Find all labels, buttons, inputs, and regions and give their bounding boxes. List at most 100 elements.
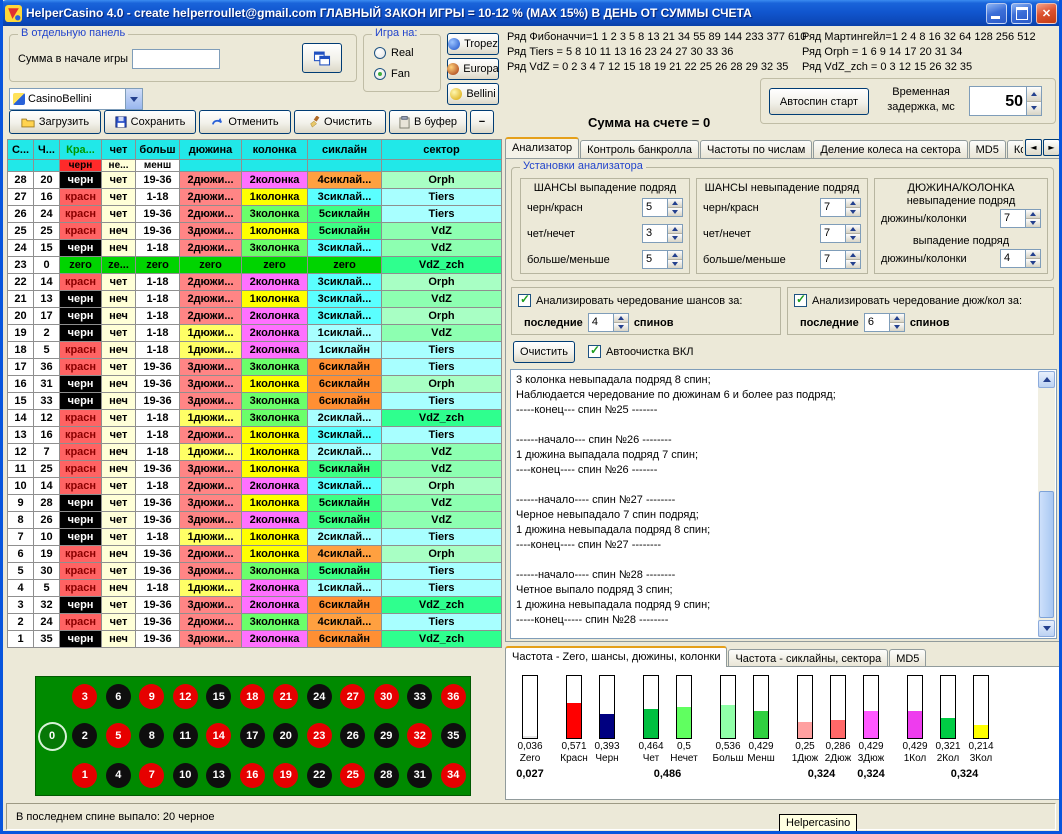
- table-row[interactable]: 530краснчет19-363дюжи...3колонка5сиклайн…: [8, 563, 502, 580]
- scroll-up-button[interactable]: [1038, 371, 1055, 388]
- load-button[interactable]: Загрузить: [9, 110, 101, 134]
- clear-button[interactable]: Очистить: [294, 110, 386, 134]
- undo-button[interactable]: Отменить: [199, 110, 291, 134]
- spin-up-icon[interactable]: [846, 225, 860, 234]
- spin-up-icon[interactable]: [614, 314, 628, 323]
- board-number-21[interactable]: 21: [273, 684, 298, 709]
- table-row[interactable]: 2017черннеч1-182дюжи...2колонка3сиклай..…: [8, 308, 502, 325]
- board-number-9[interactable]: 9: [139, 684, 164, 709]
- spin-down-icon[interactable]: [846, 208, 860, 216]
- column-header-5[interactable]: дюжина: [180, 140, 242, 160]
- board-number-22[interactable]: 22: [307, 763, 332, 788]
- table-row[interactable]: 2624краснчет19-362дюжи...3колонка5сиклай…: [8, 206, 502, 223]
- spin-down-icon[interactable]: [668, 260, 682, 268]
- scroll-thumb[interactable]: [1039, 491, 1054, 619]
- main-tabs-tab-5[interactable]: Ко: [1007, 140, 1023, 158]
- spin-up-icon[interactable]: [1026, 250, 1040, 259]
- table-row[interactable]: 2214краснчет1-182дюжи...2колонка3сиклай.…: [8, 274, 502, 291]
- analyzer-clear-button[interactable]: Очистить: [513, 341, 575, 363]
- spin-down-icon[interactable]: [1026, 259, 1040, 267]
- spinner[interactable]: 5: [642, 198, 683, 217]
- spinner[interactable]: 7: [820, 250, 861, 269]
- spinner[interactable]: 5: [642, 250, 683, 269]
- board-number-27[interactable]: 27: [340, 684, 365, 709]
- board-number-18[interactable]: 18: [240, 684, 265, 709]
- table-row[interactable]: 135черннеч19-363дюжи...2колонка6сиклайнV…: [8, 631, 502, 648]
- maximize-button[interactable]: [1011, 3, 1032, 24]
- table-row[interactable]: 1533черннеч19-363дюжи...3колонка6сиклайн…: [8, 393, 502, 410]
- table-row[interactable]: 1736краснчет19-363дюжи...3колонка6сиклай…: [8, 359, 502, 376]
- start-sum-input[interactable]: [132, 49, 220, 69]
- board-number-6[interactable]: 6: [106, 684, 131, 709]
- table-row[interactable]: 2716краснчет1-182дюжи...1колонка3сиклай.…: [8, 189, 502, 206]
- spin-down-icon[interactable]: [846, 234, 860, 242]
- spin-up-icon[interactable]: [1026, 210, 1040, 219]
- board-zero-cell[interactable]: 0: [36, 677, 68, 795]
- column-header-3[interactable]: чет: [102, 140, 136, 160]
- dozcol-alternation-checkbox[interactable]: [794, 294, 807, 307]
- board-number-15[interactable]: 15: [206, 684, 231, 709]
- casino-button-europa[interactable]: Europa: [447, 58, 499, 80]
- close-button[interactable]: ✕: [1036, 3, 1057, 24]
- main-tabs-tab-2[interactable]: Частоты по числам: [700, 140, 812, 158]
- table-row[interactable]: 45красннеч1-181дюжи...2колонка1сиклай...…: [8, 580, 502, 597]
- spin-up-icon[interactable]: [1027, 87, 1041, 102]
- column-header-2[interactable]: Кра...: [60, 140, 102, 160]
- chances-spins-spinner[interactable]: 4: [588, 313, 629, 332]
- board-number-4[interactable]: 4: [106, 763, 131, 788]
- spin-down-icon[interactable]: [668, 208, 682, 216]
- casino-select[interactable]: CasinoBellini: [9, 88, 143, 110]
- collapse-button[interactable]: −: [470, 110, 494, 134]
- table-row[interactable]: 2113черннеч1-182дюжи...1колонка3сиклай..…: [8, 291, 502, 308]
- table-row[interactable]: 230zeroze...zerozerozerozeroVdZ_zch: [8, 257, 502, 274]
- board-number-3[interactable]: 3: [72, 684, 97, 709]
- tab-scroll-right-icon[interactable]: ►: [1043, 139, 1060, 156]
- main-tabs-tab-1[interactable]: Контроль банкролла: [580, 140, 699, 158]
- minimize-button[interactable]: [986, 3, 1007, 24]
- column-header-0[interactable]: С...: [8, 140, 34, 160]
- main-tabs-tab-3[interactable]: Деление колеса на сектора: [813, 140, 967, 158]
- board-number-32[interactable]: 32: [407, 723, 432, 748]
- freq-tabs-tab-1[interactable]: Частота - сиклайны, сектора: [728, 649, 888, 667]
- table-row[interactable]: 192чернчет1-181дюжи...2колонка1сиклай...…: [8, 325, 502, 342]
- table-row[interactable]: 127красннеч1-181дюжи...1колонка2сиклай..…: [8, 444, 502, 461]
- table-row[interactable]: 1125красннеч19-363дюжи...1колонка5сиклай…: [8, 461, 502, 478]
- board-number-26[interactable]: 26: [340, 723, 365, 748]
- main-tabs-tab-4[interactable]: MD5: [969, 140, 1006, 158]
- table-row[interactable]: 928чернчет19-363дюжи...1колонка5сиклайнV…: [8, 495, 502, 512]
- spin-down-icon[interactable]: [1027, 102, 1041, 116]
- board-number-2[interactable]: 2: [72, 723, 97, 748]
- column-header-1[interactable]: Ч...: [34, 140, 60, 160]
- board-number-31[interactable]: 31: [407, 763, 432, 788]
- board-number-14[interactable]: 14: [206, 723, 231, 748]
- freq-tabs-tab-0[interactable]: Частота - Zero, шансы, дюжины, колонки: [505, 646, 727, 667]
- table-row[interactable]: 2525красннеч19-363дюжи...1колонка5сиклай…: [8, 223, 502, 240]
- board-number-29[interactable]: 29: [374, 723, 399, 748]
- spin-up-icon[interactable]: [846, 199, 860, 208]
- board-number-11[interactable]: 11: [173, 723, 198, 748]
- board-number-17[interactable]: 17: [240, 723, 265, 748]
- board-number-19[interactable]: 19: [273, 763, 298, 788]
- table-row[interactable]: 2820чернчет19-362дюжи...2колонка4сиклай.…: [8, 172, 502, 189]
- spinner[interactable]: 7: [1000, 209, 1041, 228]
- main-tabs-tab-0[interactable]: Анализатор: [505, 137, 579, 158]
- board-number-24[interactable]: 24: [307, 684, 332, 709]
- board-number-36[interactable]: 36: [441, 684, 466, 709]
- casino-button-tropez[interactable]: Tropez: [447, 33, 499, 55]
- table-row[interactable]: 1316краснчет1-182дюжи...1колонка3сиклай.…: [8, 427, 502, 444]
- column-header-4[interactable]: больш: [136, 140, 180, 160]
- board-zero-chip[interactable]: 0: [40, 724, 65, 749]
- spinner[interactable]: 7: [820, 224, 861, 243]
- scroll-down-button[interactable]: [1038, 620, 1055, 637]
- spin-up-icon[interactable]: [846, 251, 860, 260]
- casino-button-bellini[interactable]: Bellini: [447, 83, 499, 105]
- spin-up-icon[interactable]: [668, 251, 682, 260]
- spin-up-icon[interactable]: [668, 225, 682, 234]
- table-row[interactable]: 332чернчет19-363дюжи...2колонка6сиклайнV…: [8, 597, 502, 614]
- column-header-7[interactable]: сиклайн: [308, 140, 382, 160]
- chances-alternation-checkbox[interactable]: [518, 294, 531, 307]
- analyzer-log-box[interactable]: 3 колонка невыпадала подряд 8 спин; Набл…: [510, 369, 1057, 639]
- board-number-34[interactable]: 34: [441, 763, 466, 788]
- column-header-8[interactable]: сектор: [382, 140, 502, 160]
- to-buffer-button[interactable]: В буфер: [389, 110, 467, 134]
